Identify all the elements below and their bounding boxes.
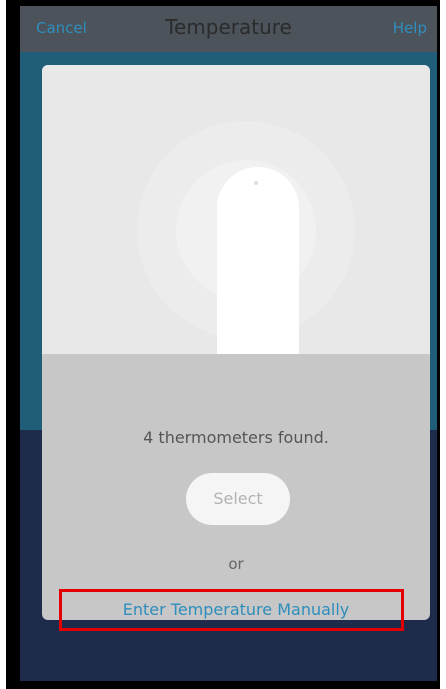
navigation-bar: Cancel Temperature Help	[20, 6, 437, 52]
page-title: Temperature	[165, 15, 292, 39]
select-button[interactable]: Select	[186, 473, 290, 525]
app-screen: Cancel Temperature Help 4 thermometers f…	[20, 6, 437, 681]
thermometer-icon	[217, 167, 299, 354]
thermometers-found-text: 4 thermometers found.	[143, 428, 329, 447]
thermometer-indicator-dot	[254, 181, 258, 185]
device-frame: Cancel Temperature Help 4 thermometers f…	[6, 0, 440, 689]
or-separator: or	[228, 555, 244, 573]
thermometer-illustration	[42, 65, 430, 354]
help-button[interactable]: Help	[393, 19, 427, 37]
thermometer-dialog: 4 thermometers found. Select or Enter Te…	[42, 65, 430, 620]
highlight-box	[59, 589, 404, 631]
